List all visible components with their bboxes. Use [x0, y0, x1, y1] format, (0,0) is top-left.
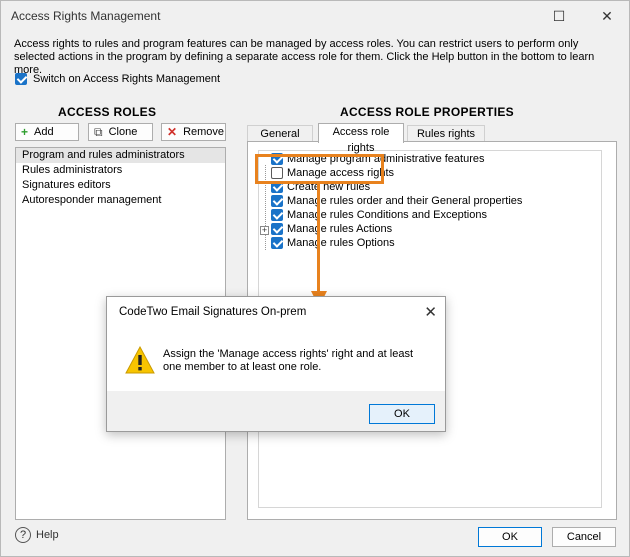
dialog-close-icon[interactable]: ✕: [424, 303, 437, 321]
access-role-properties-heading: ACCESS ROLE PROPERTIES: [340, 105, 514, 119]
checkbox-checked-icon[interactable]: [271, 223, 283, 235]
dialog-ok-button[interactable]: OK: [369, 404, 435, 424]
dialog-title: CodeTwo Email Signatures On-prem: [119, 306, 307, 318]
switch-access-rights-checkbox[interactable]: Switch on Access Rights Management: [15, 73, 220, 85]
switch-access-rights-label: Switch on Access Rights Management: [33, 73, 221, 85]
checkbox-checked-icon[interactable]: [271, 209, 283, 221]
role-item[interactable]: Autoresponder management: [16, 193, 225, 208]
help-label: Help: [36, 529, 59, 541]
clone-role-label: Clone: [108, 126, 138, 138]
add-role-label: Add: [34, 126, 54, 138]
role-item[interactable]: Signatures editors: [16, 178, 225, 193]
title-bar: Access Rights Management ☐ ✕: [1, 1, 629, 31]
dialog-message: Assign the 'Manage access rights' right …: [163, 348, 414, 373]
tab-access-role-rights[interactable]: Access role rights: [318, 123, 404, 154]
tab-general[interactable]: General: [247, 125, 313, 142]
checkbox-checked-icon[interactable]: [15, 73, 27, 85]
help-icon: ?: [15, 527, 31, 543]
description-text: Access rights to rules and program featu…: [14, 38, 595, 76]
right-item[interactable]: Manage rules Options: [271, 237, 395, 249]
access-roles-heading: ACCESS ROLES: [58, 105, 157, 119]
right-label: Manage rules Options: [287, 237, 395, 249]
arrow-shaft: [317, 184, 320, 292]
right-item[interactable]: Manage rules Actions: [271, 223, 392, 235]
right-item[interactable]: Manage rules order and their General pro…: [271, 195, 522, 207]
access-rights-window: Access Rights Management ☐ ✕ Access righ…: [0, 0, 630, 557]
cancel-button[interactable]: Cancel: [552, 527, 616, 547]
help-button[interactable]: ? Help: [15, 527, 59, 543]
add-role-button[interactable]: + Add: [15, 123, 79, 141]
checkbox-checked-icon[interactable]: [271, 195, 283, 207]
right-label: Manage rules order and their General pro…: [287, 195, 523, 207]
role-item[interactable]: Rules administrators: [16, 163, 225, 178]
right-label: Manage rules Actions: [287, 223, 393, 235]
ok-button[interactable]: OK: [478, 527, 542, 547]
maximize-button[interactable]: ☐: [537, 1, 581, 31]
right-item[interactable]: Manage rules Conditions and Exceptions: [271, 209, 487, 221]
highlight-box: [255, 154, 384, 184]
role-item[interactable]: Program and rules administrators: [16, 148, 225, 163]
expand-plus-icon[interactable]: +: [260, 226, 269, 235]
clone-icon: ⧉: [94, 125, 103, 139]
remove-x-icon: ✕: [167, 125, 178, 139]
tab-rules-rights[interactable]: Rules rights: [407, 125, 485, 142]
window-title: Access Rights Management: [11, 9, 161, 23]
checkbox-checked-icon[interactable]: [271, 237, 283, 249]
warning-dialog: CodeTwo Email Signatures On-prem ✕ Assig…: [106, 296, 446, 432]
close-button[interactable]: ✕: [585, 1, 629, 31]
warning-icon: [125, 346, 155, 374]
plus-icon: +: [21, 125, 29, 139]
clone-role-button[interactable]: ⧉ Clone: [88, 123, 153, 141]
remove-role-button[interactable]: ✕ Remove: [161, 123, 226, 141]
remove-role-label: Remove: [183, 126, 225, 138]
